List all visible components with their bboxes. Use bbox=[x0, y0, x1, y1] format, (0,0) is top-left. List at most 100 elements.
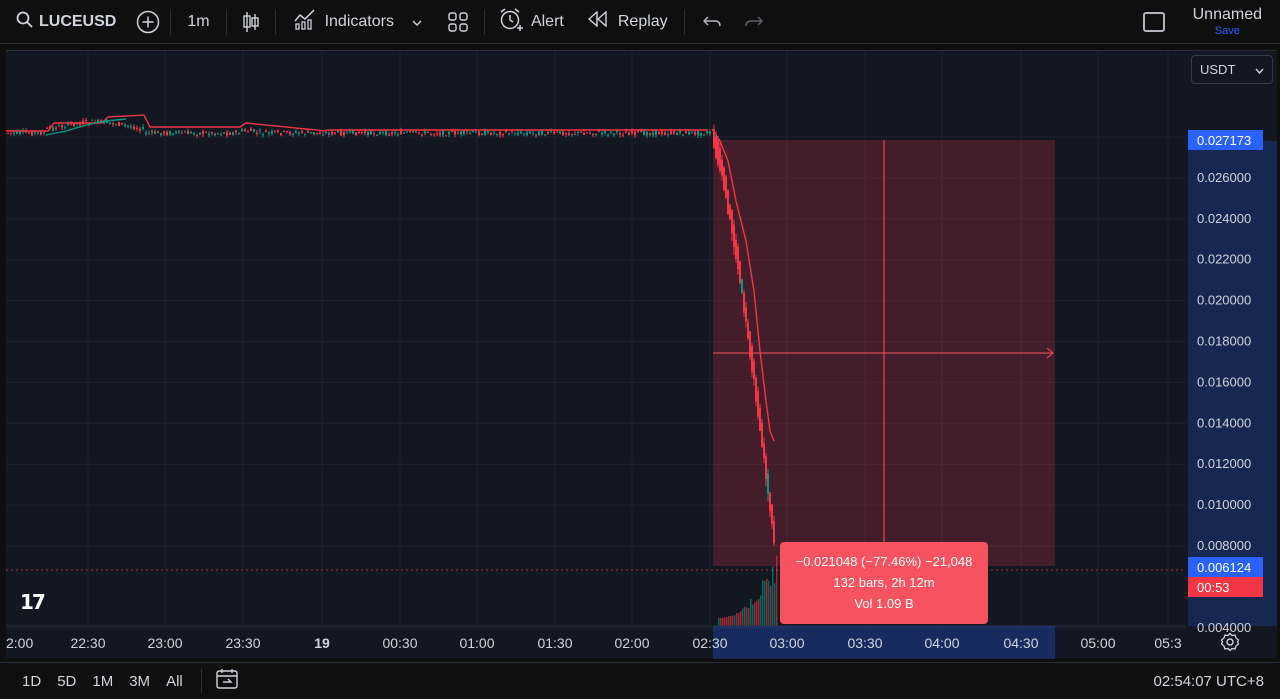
candle-body bbox=[250, 128, 252, 131]
bottom-toolbar: 1D 5D 1M 3M All 02:54:07 UTC+8 bbox=[0, 662, 1280, 699]
chart-type-button[interactable] bbox=[227, 0, 275, 44]
fullscreen-toggle[interactable] bbox=[1143, 12, 1165, 32]
interval-button[interactable]: 1m bbox=[171, 0, 225, 44]
candle-body bbox=[127, 125, 129, 127]
time-axis-label: 22:30 bbox=[70, 635, 105, 651]
candle-body bbox=[523, 133, 525, 135]
candle-body bbox=[229, 132, 231, 135]
save-link[interactable]: Save bbox=[1193, 25, 1262, 37]
price-scale-label: 0.016000 bbox=[1197, 374, 1251, 389]
chart-area[interactable]: 0.0280000.0260000.0240000.0220000.020000… bbox=[6, 50, 1277, 659]
price-scale-label: 0.020000 bbox=[1197, 293, 1251, 308]
candle-body bbox=[274, 130, 276, 132]
indicators-button[interactable]: Indicators bbox=[276, 0, 402, 44]
candle-body bbox=[160, 133, 162, 136]
replay-button[interactable]: Replay bbox=[574, 0, 684, 44]
candle-body bbox=[676, 132, 678, 135]
candle-body bbox=[334, 132, 336, 134]
candle-body bbox=[364, 130, 366, 134]
candle-body bbox=[667, 134, 669, 136]
volume-bar bbox=[752, 604, 754, 626]
candle-body bbox=[719, 148, 721, 171]
time-axis-label: 05:00 bbox=[1080, 635, 1115, 651]
candle-body bbox=[637, 130, 639, 132]
candle-body bbox=[649, 133, 651, 135]
candle-body bbox=[232, 132, 234, 135]
clock-timezone[interactable]: 02:54:07 UTC+8 bbox=[1154, 673, 1265, 690]
candle-body bbox=[532, 132, 534, 134]
alert-button[interactable]: Alert bbox=[485, 0, 574, 44]
candle-body bbox=[745, 307, 747, 322]
candle-body bbox=[418, 132, 420, 134]
undo-button[interactable] bbox=[685, 0, 733, 44]
candle-body bbox=[268, 132, 270, 134]
range-5d-button[interactable]: 5D bbox=[49, 673, 84, 690]
candle-body bbox=[319, 132, 321, 135]
candle-body bbox=[346, 132, 348, 134]
candle-body bbox=[499, 131, 501, 136]
candle-body bbox=[259, 130, 261, 132]
candle-body bbox=[484, 130, 486, 136]
measure-change: −0.021048 (−77.46%) −21,048 bbox=[795, 554, 973, 569]
candle-body bbox=[517, 133, 519, 135]
layouts-button[interactable] bbox=[436, 0, 484, 44]
candle-body bbox=[436, 133, 438, 135]
candle-body bbox=[31, 131, 33, 136]
candle-body bbox=[765, 456, 767, 480]
volume-bar bbox=[760, 595, 762, 626]
candle-body bbox=[385, 130, 387, 136]
symbol-name: LUCEUSD bbox=[39, 12, 117, 30]
candle-body bbox=[562, 131, 564, 136]
candle-body bbox=[739, 261, 741, 284]
supertrend-line-bearish bbox=[6, 114, 708, 132]
goto-date-button[interactable] bbox=[216, 668, 240, 695]
time-axis-label: 04:30 bbox=[1003, 635, 1038, 651]
candle-body bbox=[325, 132, 327, 134]
candle-body bbox=[112, 122, 114, 125]
candle-body bbox=[568, 132, 570, 136]
candle-body bbox=[163, 131, 165, 134]
plus-circle-icon bbox=[136, 10, 160, 34]
currency-select[interactable]: USDT bbox=[1191, 55, 1273, 84]
calendar-goto-icon bbox=[216, 668, 240, 694]
price-chart[interactable]: 0.0280000.0260000.0240000.0220000.020000… bbox=[6, 51, 1277, 659]
candle-body bbox=[412, 131, 414, 133]
redo-button[interactable] bbox=[733, 0, 775, 44]
candle-body bbox=[370, 130, 372, 135]
candle-body bbox=[130, 126, 132, 128]
volume-bar bbox=[730, 616, 732, 626]
range-all-button[interactable]: All bbox=[158, 673, 191, 690]
candle-body bbox=[184, 131, 186, 133]
price-scale-label: 0.012000 bbox=[1197, 456, 1251, 471]
range-1d-button[interactable]: 1D bbox=[14, 673, 49, 690]
indicators-icon bbox=[294, 8, 316, 35]
candle-body bbox=[688, 131, 690, 135]
candle-body bbox=[406, 131, 408, 133]
candle-body bbox=[652, 132, 654, 136]
time-axis-label: 02:00 bbox=[614, 635, 649, 651]
candle-body bbox=[337, 130, 339, 133]
chart-settings-button[interactable] bbox=[1220, 632, 1240, 657]
candle-body bbox=[749, 331, 751, 357]
range-3m-button[interactable]: 3M bbox=[121, 673, 158, 690]
range-1m-button[interactable]: 1M bbox=[84, 673, 121, 690]
layout-name-button[interactable]: Unnamed Save bbox=[1193, 6, 1262, 37]
measure-volume: Vol 1.09 B bbox=[854, 596, 914, 611]
alert-label: Alert bbox=[530, 12, 564, 30]
candle-body bbox=[481, 133, 483, 135]
candle-body bbox=[382, 131, 384, 133]
indicators-dropdown[interactable] bbox=[402, 0, 436, 44]
candle-body bbox=[199, 132, 201, 135]
volume-bar bbox=[728, 616, 730, 626]
candle-body bbox=[298, 132, 300, 134]
tradingview-logo[interactable]: 17 bbox=[20, 590, 46, 614]
candle-body bbox=[646, 132, 648, 136]
candle-body bbox=[445, 135, 447, 137]
candle-body bbox=[773, 520, 775, 544]
compare-symbol-button[interactable] bbox=[126, 0, 170, 44]
candle-body bbox=[169, 131, 171, 135]
volume-bar bbox=[772, 566, 774, 626]
candle-body bbox=[121, 122, 123, 124]
symbol-search[interactable]: LUCEUSD bbox=[0, 0, 126, 44]
volume-bar bbox=[774, 583, 776, 626]
